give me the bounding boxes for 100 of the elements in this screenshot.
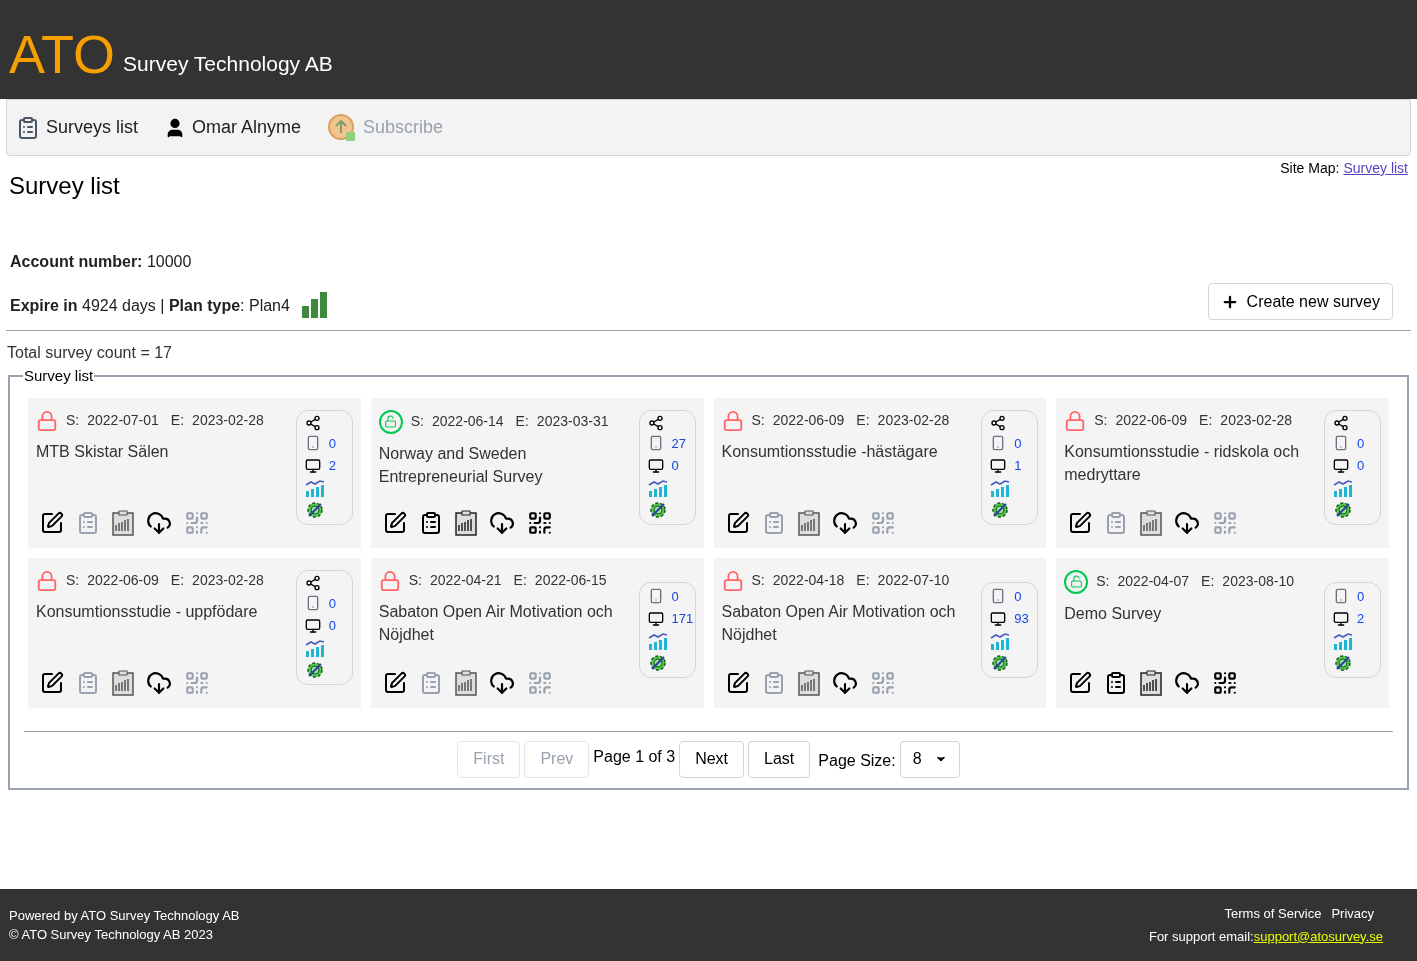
survey-title[interactable]: Norway and Sweden Entrepreneurial Survey bbox=[378, 441, 639, 488]
share-icon[interactable] bbox=[304, 574, 321, 591]
cloud-download-icon[interactable] bbox=[1174, 509, 1201, 536]
survey-title[interactable]: Konsumtionsstudie -hästägare bbox=[721, 439, 982, 463]
create-survey-button[interactable]: Create new survey bbox=[1207, 283, 1393, 320]
start-date: 2022-06-14 bbox=[432, 412, 504, 431]
gear-pencil-icon[interactable] bbox=[990, 499, 1011, 520]
end-label: E: bbox=[1199, 411, 1213, 430]
report-icon[interactable] bbox=[112, 509, 134, 536]
report-icon[interactable] bbox=[797, 509, 820, 536]
share-icon[interactable] bbox=[647, 414, 664, 431]
mobile-count: 0 bbox=[1014, 434, 1022, 453]
start-label: S: bbox=[408, 571, 422, 590]
clipboard-icon[interactable] bbox=[76, 510, 100, 535]
end-date: 2022-07-10 bbox=[877, 571, 950, 590]
lock-icon[interactable] bbox=[1064, 409, 1087, 432]
chart-icon bbox=[990, 478, 1011, 497]
page-size-select[interactable]: 8 bbox=[899, 740, 960, 778]
upload-coin-icon bbox=[327, 112, 358, 143]
qr-code-icon[interactable] bbox=[526, 509, 553, 536]
page-button[interactable]: Next bbox=[679, 740, 745, 778]
report-icon[interactable] bbox=[454, 509, 477, 536]
lock-icon[interactable] bbox=[378, 569, 401, 592]
cloud-download-icon[interactable] bbox=[146, 669, 172, 696]
logo[interactable]: ATO bbox=[9, 27, 116, 81]
end-date: 2022-06-15 bbox=[534, 571, 607, 590]
gear-pencil-icon[interactable] bbox=[647, 652, 668, 673]
cloud-download-icon[interactable] bbox=[146, 509, 172, 536]
mobile-count: 0 bbox=[1357, 587, 1365, 606]
start-label: S: bbox=[66, 411, 80, 430]
desktop-count: 2 bbox=[328, 457, 336, 475]
survey-title[interactable]: MTB Skistar Sälen bbox=[36, 439, 296, 463]
gear-pencil-icon[interactable] bbox=[1333, 499, 1353, 520]
survey-title[interactable]: Sabaton Open Air Motivation och Nöjdhet bbox=[721, 599, 982, 646]
start-label: S: bbox=[1096, 572, 1110, 591]
edit-icon[interactable] bbox=[382, 510, 407, 535]
gear-pencil-icon[interactable] bbox=[990, 652, 1011, 673]
cloud-download-icon[interactable] bbox=[488, 669, 515, 696]
chart-icon bbox=[990, 631, 1011, 650]
end-label: E: bbox=[856, 571, 870, 590]
edit-icon[interactable] bbox=[1068, 670, 1093, 695]
edit-icon[interactable] bbox=[1068, 510, 1093, 535]
end-label: E: bbox=[513, 571, 527, 590]
edit-icon[interactable] bbox=[40, 670, 64, 695]
lock-icon[interactable] bbox=[721, 409, 744, 432]
gear-pencil-icon[interactable] bbox=[647, 499, 668, 520]
mobile-count: 0 bbox=[1357, 434, 1365, 453]
start-label: S: bbox=[751, 411, 765, 430]
desktop-count: 0 bbox=[671, 457, 679, 475]
footer-link[interactable]: Privacy bbox=[1331, 904, 1374, 924]
lock-icon[interactable] bbox=[36, 409, 58, 432]
page-button[interactable]: Last bbox=[748, 740, 811, 778]
desktop-count: 0 bbox=[1357, 457, 1365, 475]
start-date: 2022-06-09 bbox=[772, 411, 845, 430]
report-icon[interactable] bbox=[1140, 669, 1163, 696]
clipboard-icon[interactable] bbox=[76, 670, 100, 695]
monitor-icon bbox=[990, 457, 1007, 474]
cloud-download-icon[interactable] bbox=[831, 669, 858, 696]
cloud-download-icon[interactable] bbox=[488, 509, 515, 536]
monitor-icon bbox=[1333, 610, 1349, 627]
report-icon[interactable] bbox=[1140, 509, 1163, 536]
end-label: E: bbox=[856, 411, 870, 430]
total-count: Total survey count = 17 bbox=[6, 343, 173, 363]
survey-title[interactable]: Sabaton Open Air Motivation och Nöjdhet bbox=[378, 599, 639, 646]
survey-title[interactable]: Konsumtionsstudie - ridskola och medryttare bbox=[1064, 439, 1324, 486]
start-label: S: bbox=[66, 571, 80, 590]
edit-icon[interactable] bbox=[382, 670, 407, 695]
share-icon[interactable] bbox=[1333, 414, 1349, 431]
support-email-link[interactable]: support@atosurvey.se bbox=[1253, 926, 1383, 946]
chart-icon bbox=[304, 638, 325, 657]
mobile-count: 27 bbox=[671, 434, 686, 453]
desktop-count: 0 bbox=[328, 617, 336, 635]
report-icon[interactable] bbox=[112, 669, 134, 696]
share-icon[interactable] bbox=[990, 414, 1007, 431]
edit-icon[interactable] bbox=[725, 510, 750, 535]
edit-icon[interactable] bbox=[40, 510, 64, 535]
cloud-download-icon[interactable] bbox=[1174, 669, 1201, 696]
gear-pencil-icon[interactable] bbox=[304, 499, 325, 520]
report-icon[interactable] bbox=[454, 669, 477, 696]
end-date: 2023-02-28 bbox=[192, 411, 264, 430]
qr-code-icon[interactable] bbox=[1212, 669, 1239, 696]
gear-pencil-icon[interactable] bbox=[304, 659, 325, 680]
report-icon[interactable] bbox=[797, 669, 820, 696]
nav-link[interactable]: Omar Alnyme bbox=[164, 114, 302, 141]
cloud-download-icon[interactable] bbox=[831, 509, 858, 536]
copyright: © ATO Survey Technology AB 2023 bbox=[9, 926, 214, 944]
footer-link[interactable]: Terms of Service bbox=[1224, 904, 1322, 924]
share-icon[interactable] bbox=[304, 414, 321, 431]
survey-title[interactable]: Demo Survey bbox=[1064, 601, 1324, 625]
edit-icon[interactable] bbox=[725, 670, 750, 695]
monitor-icon bbox=[1333, 457, 1349, 474]
site-map-link[interactable]: Survey list bbox=[1343, 158, 1408, 204]
end-label: E: bbox=[170, 571, 185, 590]
survey-title[interactable]: Konsumtionsstudie - uppfödare bbox=[36, 599, 296, 623]
desktop-count: 1 bbox=[1014, 457, 1022, 475]
panel-legend: Survey list bbox=[23, 365, 95, 388]
nav-link[interactable]: Surveys list bbox=[16, 114, 139, 141]
lock-icon[interactable] bbox=[36, 569, 58, 592]
lock-icon[interactable] bbox=[721, 569, 744, 592]
gear-pencil-icon[interactable] bbox=[1333, 652, 1353, 673]
